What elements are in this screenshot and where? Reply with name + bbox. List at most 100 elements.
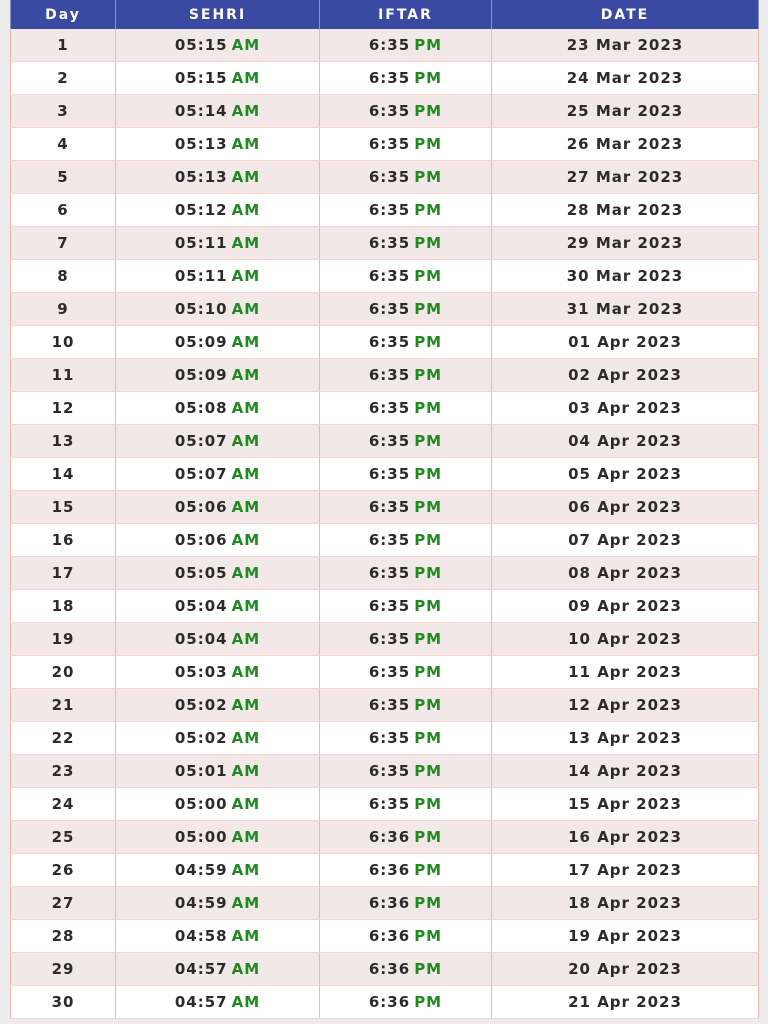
- iftar-cell: 6:35 PM: [319, 589, 492, 623]
- date-cell: 03 Apr 2023: [491, 391, 759, 425]
- day-cell: 11: [10, 358, 116, 392]
- sehri-cell: 05:09 AM: [115, 325, 320, 359]
- table-row: 27 04:59 AM 6:36 PM 18 Apr 2023: [10, 886, 759, 920]
- sehri-cell: 04:57 AM: [115, 952, 320, 986]
- iftar-pm-label: PM: [414, 201, 443, 219]
- sehri-cell: 05:14 AM: [115, 94, 320, 128]
- iftar-time: 6:35: [368, 300, 411, 318]
- date-cell: 18 Apr 2023: [491, 886, 759, 920]
- table-row: 12 05:08 AM 6:35 PM 03 Apr 2023: [10, 391, 759, 425]
- iftar-cell: 6:35 PM: [319, 721, 492, 755]
- iftar-time: 6:35: [368, 630, 411, 648]
- sehri-time: 05:09: [174, 333, 228, 351]
- iftar-cell: 6:35 PM: [319, 523, 492, 557]
- sehri-time: 04:57: [174, 993, 228, 1011]
- table-body: 1 05:15 AM 6:35 PM 23 Mar 2023 2 05:15 AM 6:35 PM 2…: [10, 29, 759, 1019]
- sehri-cell: 05:02 AM: [115, 688, 320, 722]
- sehri-cell: 05:10 AM: [115, 292, 320, 326]
- iftar-pm-label: PM: [414, 630, 443, 648]
- iftar-pm-label: PM: [414, 69, 443, 87]
- table-row: 29 04:57 AM 6:36 PM 20 Apr 2023: [10, 952, 759, 986]
- date-cell: 26 Mar 2023: [491, 127, 759, 161]
- sehri-am-label: AM: [231, 795, 261, 813]
- sehri-time: 04:57: [174, 960, 228, 978]
- iftar-time: 6:35: [368, 696, 411, 714]
- sehri-time: 05:06: [174, 498, 228, 516]
- sehri-am-label: AM: [231, 564, 261, 582]
- sehri-am-label: AM: [231, 333, 261, 351]
- sehri-time: 05:02: [174, 696, 228, 714]
- iftar-pm-label: PM: [414, 498, 443, 516]
- day-cell: 26: [10, 853, 116, 887]
- iftar-pm-label: PM: [414, 366, 443, 384]
- sehri-am-label: AM: [231, 36, 261, 54]
- table-row: 5 05:13 AM 6:35 PM 27 Mar 2023: [10, 160, 759, 194]
- date-cell: 21 Apr 2023: [491, 985, 759, 1019]
- iftar-pm-label: PM: [414, 168, 443, 186]
- day-cell: 28: [10, 919, 116, 953]
- iftar-cell: 6:36 PM: [319, 985, 492, 1019]
- sehri-am-label: AM: [231, 597, 261, 615]
- day-cell: 27: [10, 886, 116, 920]
- sehri-am-label: AM: [231, 168, 261, 186]
- date-cell: 19 Apr 2023: [491, 919, 759, 953]
- iftar-time: 6:35: [368, 36, 411, 54]
- sehri-cell: 05:13 AM: [115, 160, 320, 194]
- date-cell: 08 Apr 2023: [491, 556, 759, 590]
- day-cell: 10: [10, 325, 116, 359]
- day-cell: 23: [10, 754, 116, 788]
- sehri-time: 05:15: [174, 36, 228, 54]
- sehri-cell: 05:11 AM: [115, 259, 320, 293]
- iftar-cell: 6:35 PM: [319, 490, 492, 524]
- table-row: 1 05:15 AM 6:35 PM 23 Mar 2023: [10, 29, 759, 62]
- sehri-time: 05:05: [174, 564, 228, 582]
- header-row: Day SEHRI IFTAR DATE: [10, 0, 759, 29]
- iftar-time: 6:35: [368, 531, 411, 549]
- sehri-time: 05:04: [174, 597, 228, 615]
- sehri-time: 05:11: [174, 267, 228, 285]
- iftar-cell: 6:35 PM: [319, 391, 492, 425]
- iftar-time: 6:35: [368, 135, 411, 153]
- table-row: 18 05:04 AM 6:35 PM 09 Apr 2023: [10, 589, 759, 623]
- iftar-pm-label: PM: [414, 828, 443, 846]
- date-cell: 24 Mar 2023: [491, 61, 759, 95]
- header-sehri: SEHRI: [115, 0, 320, 29]
- sehri-cell: 05:09 AM: [115, 358, 320, 392]
- iftar-time: 6:35: [368, 69, 411, 87]
- sehri-time: 05:15: [174, 69, 228, 87]
- sehri-am-label: AM: [231, 894, 261, 912]
- iftar-time: 6:35: [368, 267, 411, 285]
- day-cell: 8: [10, 259, 116, 293]
- iftar-pm-label: PM: [414, 234, 443, 252]
- iftar-cell: 6:35 PM: [319, 61, 492, 95]
- sehri-am-label: AM: [231, 432, 261, 450]
- iftar-pm-label: PM: [414, 564, 443, 582]
- table-row: 13 05:07 AM 6:35 PM 04 Apr 2023: [10, 424, 759, 458]
- sehri-time: 05:14: [174, 102, 228, 120]
- table-row: 16 05:06 AM 6:35 PM 07 Apr 2023: [10, 523, 759, 557]
- iftar-pm-label: PM: [414, 102, 443, 120]
- date-cell: 07 Apr 2023: [491, 523, 759, 557]
- iftar-cell: 6:35 PM: [319, 424, 492, 458]
- iftar-cell: 6:36 PM: [319, 952, 492, 986]
- date-cell: 29 Mar 2023: [491, 226, 759, 260]
- date-cell: 16 Apr 2023: [491, 820, 759, 854]
- iftar-time: 6:36: [368, 927, 411, 945]
- sehri-time: 05:06: [174, 531, 228, 549]
- sehri-am-label: AM: [231, 69, 261, 87]
- sehri-cell: 05:07 AM: [115, 424, 320, 458]
- day-cell: 20: [10, 655, 116, 689]
- table-row: 26 04:59 AM 6:36 PM 17 Apr 2023: [10, 853, 759, 887]
- sehri-cell: 05:08 AM: [115, 391, 320, 425]
- table-row: 8 05:11 AM 6:35 PM 30 Mar 2023: [10, 259, 759, 293]
- iftar-time: 6:36: [368, 993, 411, 1011]
- date-cell: 31 Mar 2023: [491, 292, 759, 326]
- iftar-cell: 6:35 PM: [319, 94, 492, 128]
- table-row: 2 05:15 AM 6:35 PM 24 Mar 2023: [10, 61, 759, 95]
- date-cell: 02 Apr 2023: [491, 358, 759, 392]
- day-cell: 9: [10, 292, 116, 326]
- day-cell: 29: [10, 952, 116, 986]
- sehri-cell: 05:15 AM: [115, 61, 320, 95]
- table-row: 19 05:04 AM 6:35 PM 10 Apr 2023: [10, 622, 759, 656]
- iftar-cell: 6:36 PM: [319, 853, 492, 887]
